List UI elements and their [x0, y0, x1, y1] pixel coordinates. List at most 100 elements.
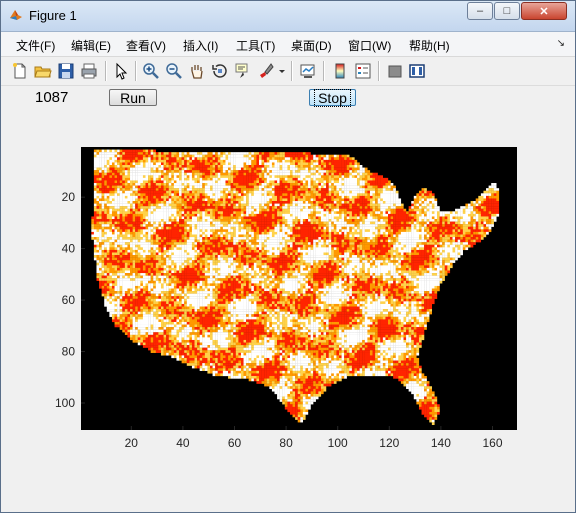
heatmap-cell	[297, 219, 301, 222]
heatmap-cell	[132, 226, 136, 230]
heatmap-cell	[171, 216, 175, 220]
heatmap-cell	[486, 201, 489, 204]
heatmap-cell	[153, 239, 156, 243]
data-cursor-icon[interactable]	[234, 62, 252, 80]
pan-hand-icon[interactable]	[188, 62, 206, 80]
menu-insert[interactable]: 插入(I)	[183, 37, 218, 54]
save-icon[interactable]	[57, 62, 75, 80]
heatmap-cell	[114, 188, 118, 191]
legend-icon[interactable]	[354, 62, 372, 80]
brush-icon[interactable]	[257, 62, 275, 80]
heatmap-cell	[344, 208, 347, 212]
rotate-3d-icon[interactable]	[211, 62, 229, 80]
heatmap-cell	[93, 185, 97, 189]
heatmap-cell	[439, 244, 443, 248]
heatmap-cell	[158, 185, 162, 189]
select-arrow-icon[interactable]	[112, 62, 130, 80]
new-figure-icon[interactable]	[11, 62, 29, 80]
heatmap-cell	[191, 206, 195, 209]
menu-view[interactable]: 查看(V)	[126, 37, 166, 54]
heatmap-cell	[238, 211, 242, 215]
heatmap-cell	[437, 213, 440, 217]
heatmap-cell	[264, 198, 267, 202]
heatmap-cell	[253, 177, 257, 181]
heatmap-cell	[150, 193, 154, 197]
zoom-in-icon[interactable]	[142, 62, 160, 80]
heatmap-cell	[295, 198, 298, 202]
heatmap-cell	[328, 162, 332, 166]
heatmap-cell	[253, 165, 257, 168]
menu-window[interactable]: 窗口(W)	[348, 37, 391, 54]
heatmap-cell	[341, 177, 345, 181]
heatmap-cell	[362, 231, 365, 235]
heatmap-cell	[171, 237, 175, 240]
heatmap-cell	[148, 219, 151, 222]
heatmap-cell	[457, 231, 461, 235]
heatmap-cell	[189, 219, 193, 222]
heatmap-cell	[418, 226, 422, 230]
heatmap-cell	[457, 219, 461, 222]
menu-overflow-arrow-icon[interactable]: ↘	[557, 38, 565, 49]
heatmap-cell	[357, 242, 360, 245]
heatmap-cell	[349, 244, 353, 248]
print-icon[interactable]	[80, 62, 98, 80]
heatmap-cell	[197, 157, 200, 161]
minimize-button[interactable]: –	[467, 2, 493, 20]
heatmap-cell	[207, 244, 211, 248]
menu-tools[interactable]: 工具(T)	[236, 37, 275, 54]
heatmap-cell	[349, 165, 353, 168]
open-file-icon[interactable]	[34, 62, 52, 80]
heatmap-cell	[282, 152, 285, 155]
heatmap-cell	[99, 211, 102, 215]
menu-desktop[interactable]: 桌面(D)	[291, 37, 332, 54]
heatmap-cell	[220, 198, 224, 202]
heatmap-cell	[308, 201, 311, 204]
heatmap-cell	[457, 211, 461, 215]
heatmap-cell	[140, 180, 144, 184]
hide-plot-tools-icon[interactable]	[386, 62, 404, 80]
zoom-out-icon[interactable]	[165, 62, 183, 80]
menu-file[interactable]: 文件(F)	[16, 37, 55, 54]
heatmap-cell	[271, 208, 275, 212]
link-plot-icon[interactable]	[299, 62, 317, 80]
heatmap-cell	[357, 206, 360, 209]
heatmap-cell	[238, 185, 242, 189]
heatmap-cell	[344, 219, 347, 222]
heatmap-cell	[215, 172, 218, 176]
stop-button[interactable]: Stop	[309, 88, 356, 107]
show-plot-tools-icon[interactable]	[408, 62, 426, 80]
heatmap-cell	[186, 190, 190, 194]
close-button[interactable]: ✕	[521, 2, 567, 20]
heatmap-cell	[251, 224, 254, 227]
heatmap-cell	[96, 175, 100, 179]
brush-dropdown-icon[interactable]	[277, 62, 287, 80]
title-bar[interactable]: Figure 1 – □ ✕	[1, 1, 575, 32]
colorbar-icon[interactable]	[331, 62, 349, 80]
maximize-button[interactable]: □	[494, 2, 520, 20]
heatmap-cell	[493, 185, 497, 189]
heatmap-cell	[323, 234, 327, 238]
heatmap-cell	[215, 226, 218, 230]
heatmap-cell	[235, 193, 239, 197]
heatmap-cell	[313, 172, 316, 176]
heatmap-cell	[251, 159, 254, 163]
heatmap-axes[interactable]: 20406080100 20 40 60 80 100 120 140 160	[1, 131, 575, 461]
heatmap-cell	[160, 180, 164, 184]
run-button[interactable]: Run	[109, 89, 157, 106]
heatmap-cell	[160, 167, 164, 171]
heatmap-cell	[398, 201, 402, 204]
heatmap-cell	[119, 170, 123, 173]
menu-help[interactable]: 帮助(H)	[409, 37, 450, 54]
heatmap-cell	[101, 152, 105, 155]
heatmap-cell	[264, 206, 267, 209]
heatmap-cell	[99, 172, 102, 176]
heatmap-cell	[155, 231, 159, 235]
heatmap-cell	[109, 152, 113, 155]
heatmap-cell	[310, 213, 314, 217]
heatmap-cell	[452, 224, 456, 227]
menu-edit[interactable]: 编辑(E)	[71, 37, 111, 54]
heatmap-cell	[264, 190, 267, 194]
heatmap-cell	[217, 193, 221, 197]
heatmap-cell	[199, 190, 203, 194]
heatmap-cell	[354, 201, 358, 204]
